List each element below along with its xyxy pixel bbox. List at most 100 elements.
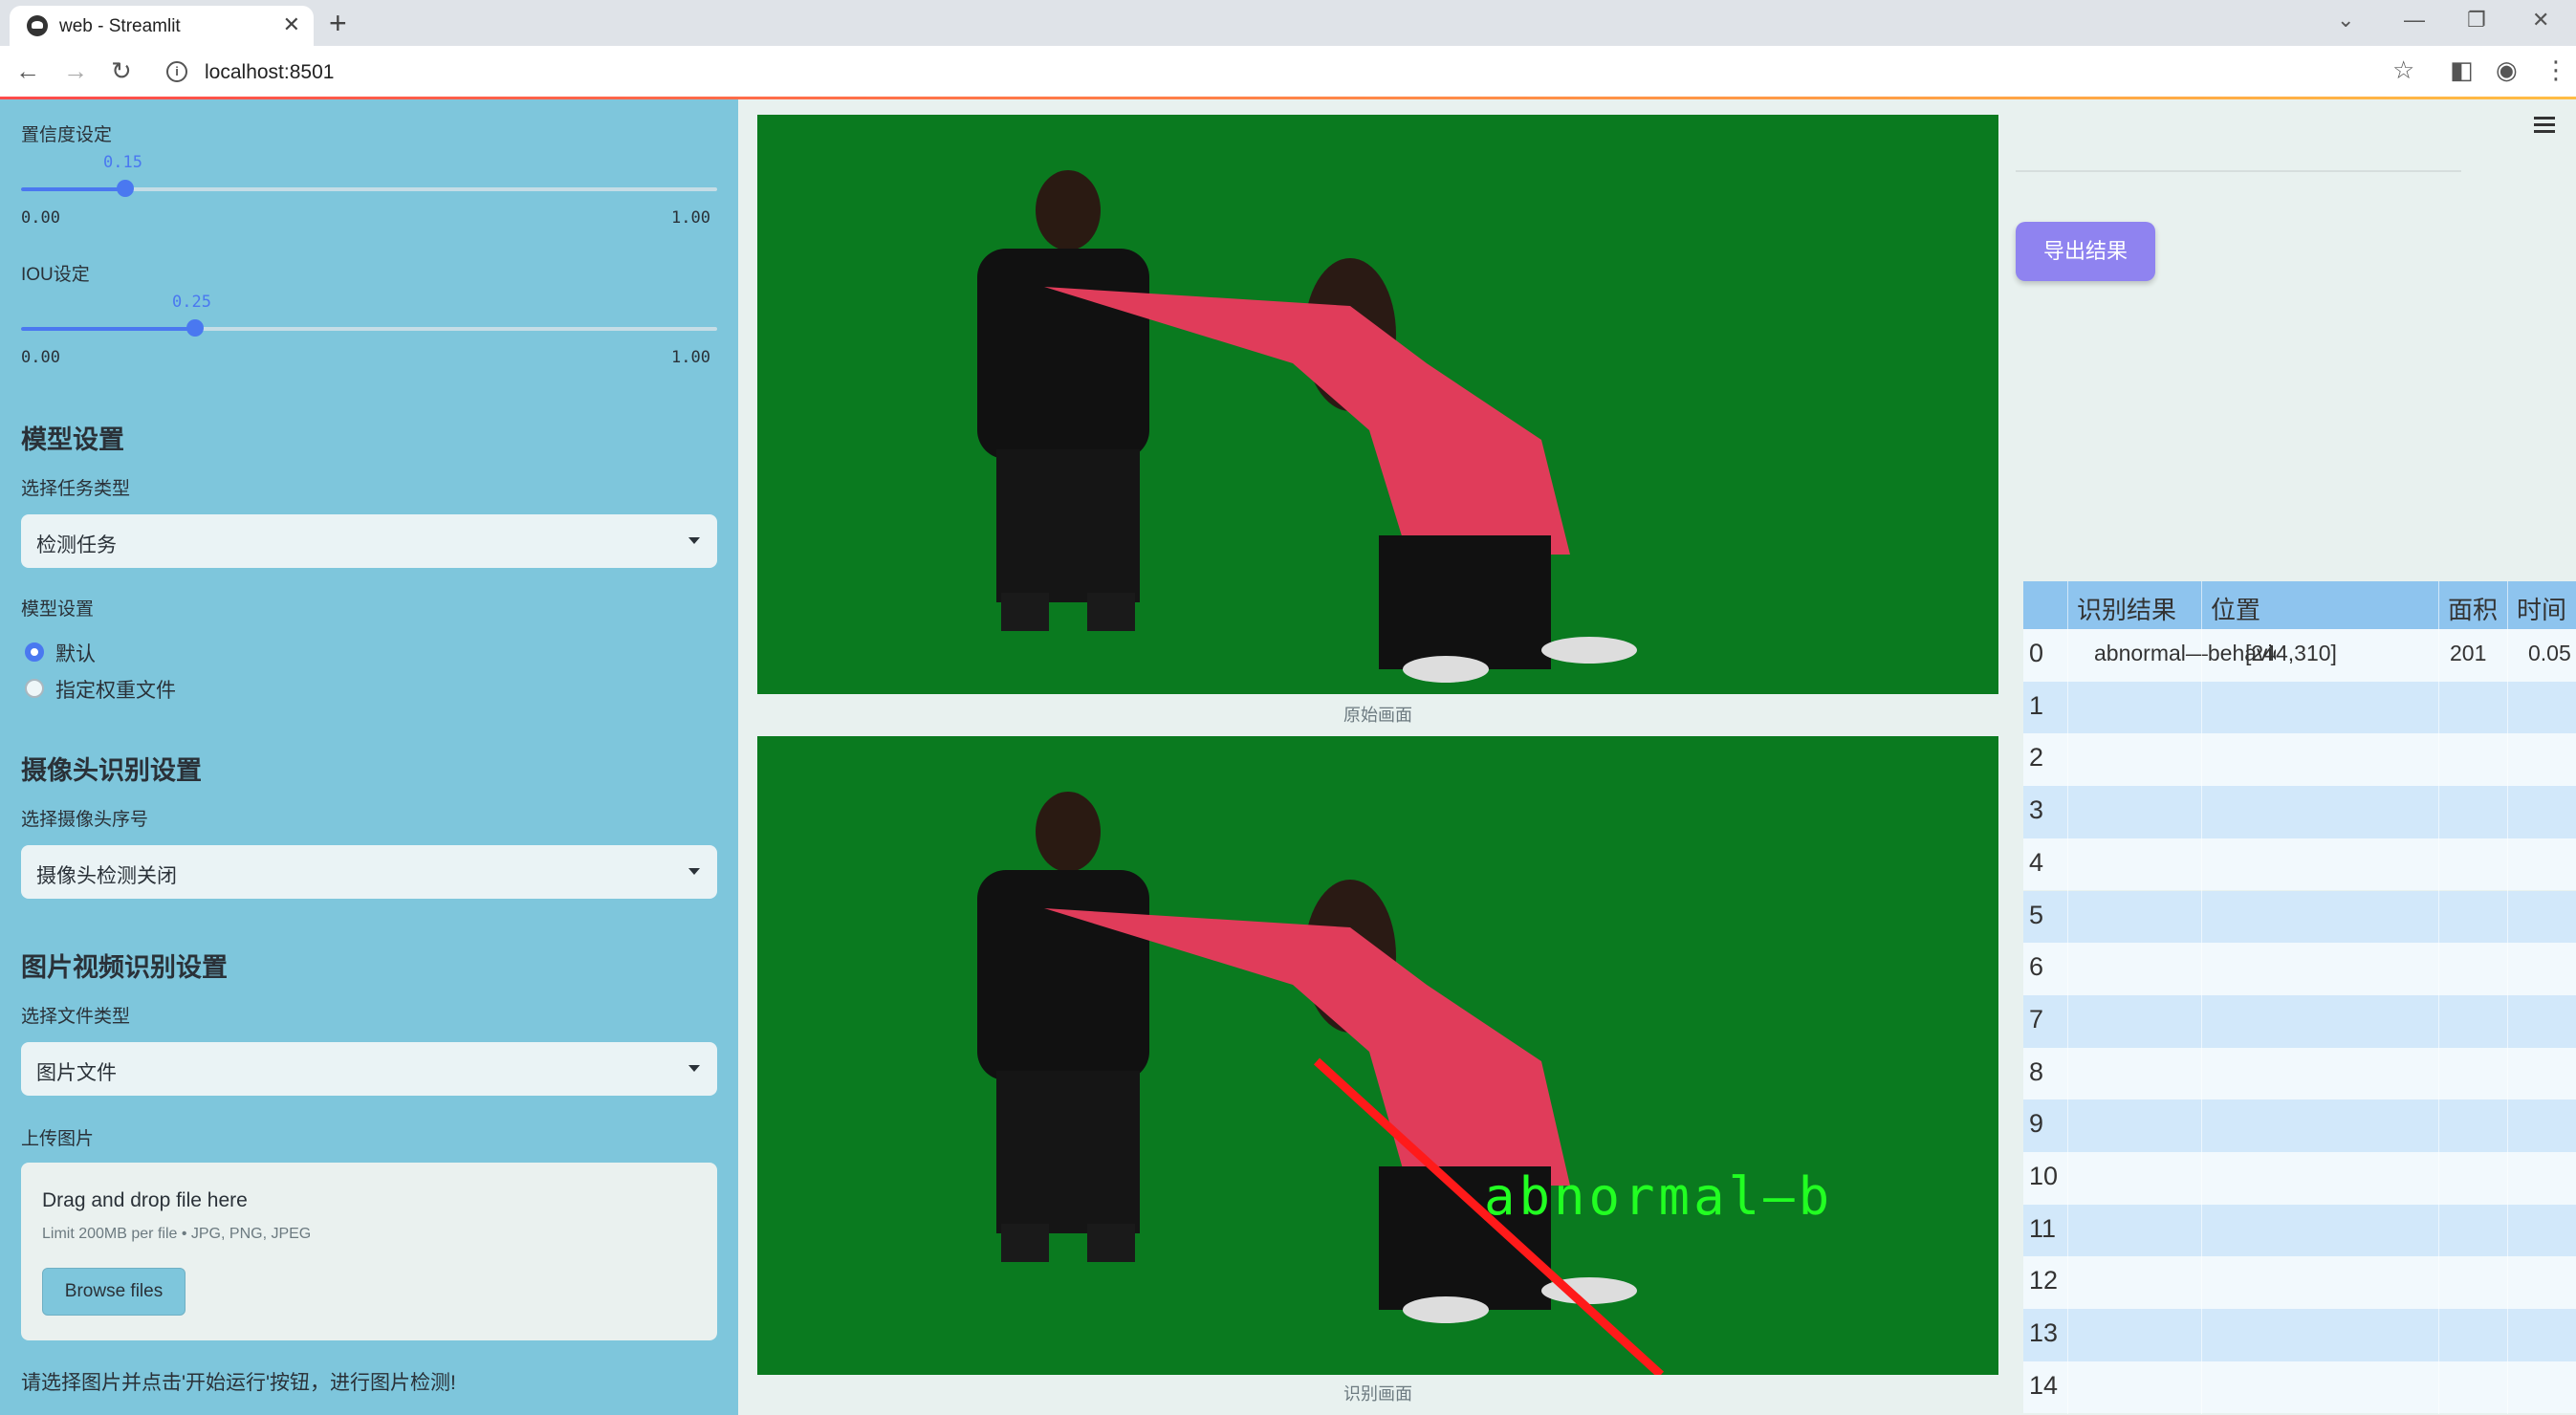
row-index: 11 xyxy=(2029,1213,2057,1243)
forward-icon[interactable]: → xyxy=(63,57,88,84)
radio-default-label[interactable]: 默认 xyxy=(55,639,96,667)
table-row[interactable]: 0 abnormal—behavior [244,310] 201 0.05 xyxy=(2023,629,2576,682)
streamlit-favicon-icon xyxy=(27,15,48,36)
table-row[interactable]: 14 xyxy=(2023,1361,2576,1414)
drop-text: Drag and drop file here xyxy=(42,1189,248,1211)
table-row[interactable]: 9 xyxy=(2023,1099,2576,1152)
restore-icon[interactable]: ❐ xyxy=(2467,8,2486,33)
column-divider xyxy=(2201,581,2202,1414)
camera-settings-heading: 摄像头识别设置 xyxy=(21,756,202,785)
browser-tab[interactable]: web - Streamlit ✕ xyxy=(10,6,314,46)
header-time[interactable]: 时间 xyxy=(2517,591,2566,626)
confidence-slider-fill xyxy=(21,187,126,191)
header-position[interactable]: 位置 xyxy=(2211,591,2260,626)
address-bar: ← → ↻ i localhost:8501 ☆ ◧ ◉ ⋮ xyxy=(0,46,2576,98)
site-info-icon[interactable]: i xyxy=(166,61,187,82)
radio-default[interactable] xyxy=(25,642,44,662)
table-row[interactable]: 13 xyxy=(2023,1309,2576,1361)
task-type-select[interactable]: 检测任务 xyxy=(21,514,717,568)
upload-label: 上传图片 xyxy=(21,1129,95,1149)
confidence-slider[interactable] xyxy=(21,180,717,197)
url-text: localhost:8501 xyxy=(205,61,335,83)
table-row[interactable]: 11 xyxy=(2023,1204,2576,1257)
iou-max: 1.00 xyxy=(671,348,710,367)
row-index: 3 xyxy=(2029,795,2044,825)
result-image: abnormal—b xyxy=(757,736,1998,1375)
iou-label: IOU设定 xyxy=(21,265,90,285)
confidence-value: 0.15 xyxy=(103,153,142,172)
row-index: 7 xyxy=(2029,1004,2044,1034)
hamburger-menu-icon[interactable] xyxy=(2534,117,2555,137)
close-tab-icon[interactable]: ✕ xyxy=(283,12,300,37)
row-index: 10 xyxy=(2029,1162,2059,1190)
export-results-button[interactable]: 导出结果 xyxy=(2016,222,2155,281)
file-uploader-dropzone[interactable]: Drag and drop file here Limit 200MB per … xyxy=(21,1163,717,1340)
result-scene-illustration: abnormal—b xyxy=(977,792,1833,1375)
row-index: 5 xyxy=(2029,900,2044,929)
side-panel-icon[interactable]: ◧ xyxy=(2450,55,2474,84)
row-index: 4 xyxy=(2029,847,2044,877)
browse-files-button[interactable]: Browse files xyxy=(42,1268,186,1316)
table-header: 识别结果 位置 面积 时间 xyxy=(2023,581,2576,629)
camera-index-label: 选择摄像头序号 xyxy=(21,810,149,830)
chevron-down-icon xyxy=(688,868,700,875)
iou-slider[interactable] xyxy=(21,319,717,337)
table-row[interactable]: 8 xyxy=(2023,1047,2576,1100)
confidence-max: 1.00 xyxy=(671,208,710,228)
table-row[interactable]: 12 xyxy=(2023,1256,2576,1310)
iou-slider-thumb[interactable] xyxy=(186,319,204,337)
row-index: 12 xyxy=(2029,1266,2059,1295)
camera-index-select[interactable]: 摄像头检测关闭 xyxy=(21,845,717,899)
browser-tab-bar: web - Streamlit ✕ + ⌄ — ❐ ✕ xyxy=(0,0,2576,46)
chevron-down-icon xyxy=(688,1065,700,1072)
result-caption: 识别画面 xyxy=(1343,1384,1412,1404)
new-tab-icon[interactable]: + xyxy=(329,6,347,40)
divider xyxy=(2016,170,2461,172)
model-setting-label: 模型设置 xyxy=(21,599,95,620)
profile-avatar-icon[interactable]: ◉ xyxy=(2496,55,2518,84)
cell-area: 201 xyxy=(2450,641,2487,665)
header-result[interactable]: 识别结果 xyxy=(2077,591,2176,626)
file-type-value: 图片文件 xyxy=(36,1062,117,1084)
table-row[interactable]: 7 xyxy=(2023,994,2576,1048)
file-settings-heading: 图片视频识别设置 xyxy=(21,953,228,982)
model-settings-heading: 模型设置 xyxy=(21,425,124,454)
row-index: 14 xyxy=(2029,1370,2059,1400)
header-area[interactable]: 面积 xyxy=(2448,591,2498,626)
iou-value: 0.25 xyxy=(172,293,211,312)
bookmark-star-icon[interactable]: ☆ xyxy=(2392,55,2414,84)
tab-search-icon[interactable]: ⌄ xyxy=(2337,8,2354,33)
column-divider xyxy=(2507,581,2508,1414)
close-window-icon[interactable]: ✕ xyxy=(2532,8,2549,33)
iou-min: 0.00 xyxy=(21,348,60,367)
chevron-down-icon xyxy=(688,537,700,544)
iou-slider-fill xyxy=(21,327,195,331)
tab-title: web - Streamlit xyxy=(59,16,181,36)
row-index: 2 xyxy=(2029,743,2044,773)
table-row[interactable]: 6 xyxy=(2023,943,2576,995)
table-row[interactable]: 5 xyxy=(2023,890,2576,944)
original-caption: 原始画面 xyxy=(1343,706,1412,725)
task-type-label: 选择任务类型 xyxy=(21,479,131,499)
table-row[interactable]: 4 xyxy=(2023,838,2576,891)
row-index: 13 xyxy=(2029,1318,2059,1348)
cell-time: 0.05 xyxy=(2528,641,2571,665)
url-field[interactable]: i localhost:8501 xyxy=(155,54,2392,92)
back-icon[interactable]: ← xyxy=(15,57,40,84)
confidence-label: 置信度设定 xyxy=(21,125,113,145)
reload-icon[interactable]: ↻ xyxy=(111,57,132,84)
row-index: 6 xyxy=(2029,952,2044,982)
minimize-icon[interactable]: — xyxy=(2404,8,2425,33)
table-row[interactable]: 10 xyxy=(2023,1152,2576,1205)
row-index: 9 xyxy=(2029,1109,2044,1139)
radio-weight-file[interactable] xyxy=(25,679,44,698)
file-type-select[interactable]: 图片文件 xyxy=(21,1042,717,1096)
detection-label: abnormal—b xyxy=(1484,1166,1833,1227)
table-row[interactable]: 3 xyxy=(2023,786,2576,838)
confidence-min: 0.00 xyxy=(21,208,60,228)
confidence-slider-thumb[interactable] xyxy=(117,180,135,197)
table-row[interactable]: 1 xyxy=(2023,681,2576,734)
browser-menu-icon[interactable]: ⋮ xyxy=(2543,55,2568,84)
table-row[interactable]: 2 xyxy=(2023,733,2576,787)
radio-weight-file-label[interactable]: 指定权重文件 xyxy=(55,675,176,704)
